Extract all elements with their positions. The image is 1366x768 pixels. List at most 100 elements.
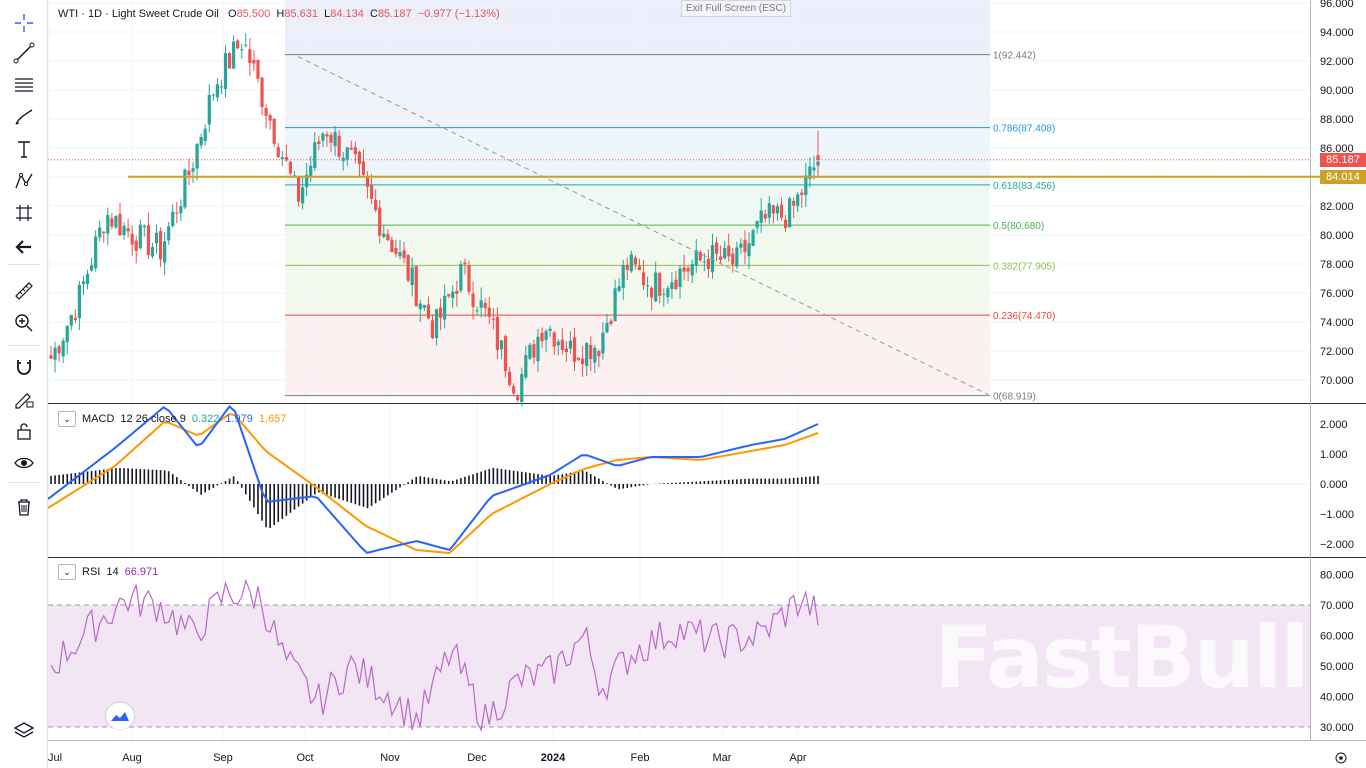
- candle-body: [288, 161, 293, 174]
- candle-body: [625, 264, 629, 270]
- candle-body: [313, 142, 317, 168]
- legend-low: 84.134: [330, 8, 364, 20]
- price-tick-label: 90.000: [1320, 85, 1354, 97]
- candle-body: [686, 267, 690, 272]
- candle-body: [337, 135, 341, 157]
- pencil-lock-icon[interactable]: [10, 386, 38, 412]
- candle-body: [53, 347, 57, 360]
- candle-body: [787, 198, 792, 228]
- candle-body: [451, 291, 455, 298]
- candle-body: [479, 300, 483, 308]
- fib-level-label: 0.5(80.680): [993, 221, 1044, 232]
- forecast-icon[interactable]: [10, 200, 38, 226]
- candle-body: [593, 347, 597, 363]
- candle-body: [540, 332, 544, 342]
- candle-body: [727, 245, 731, 257]
- fib-band: [285, 265, 990, 316]
- candle-body: [382, 233, 386, 238]
- candle-body: [130, 233, 134, 245]
- candle-body: [576, 357, 581, 360]
- candle-body: [219, 86, 224, 88]
- lock-icon[interactable]: [10, 418, 38, 444]
- candle-body: [207, 94, 211, 125]
- back-arrow-icon[interactable]: [10, 234, 38, 260]
- candle-body: [714, 242, 719, 254]
- candle-body: [735, 247, 739, 267]
- settings-gear-icon[interactable]: [1335, 752, 1347, 764]
- time-tick-label: Feb: [631, 752, 650, 764]
- candle-body: [361, 161, 366, 175]
- candle-body: [430, 320, 435, 339]
- candle-body: [215, 84, 219, 98]
- macd-label: MACD: [82, 413, 115, 425]
- fib-lines-icon[interactable]: [10, 72, 38, 98]
- candle-body: [329, 134, 333, 143]
- rsi-value: 66.971: [124, 566, 159, 578]
- candle-body: [167, 226, 171, 241]
- candle-body: [552, 332, 556, 347]
- candle-body: [812, 167, 816, 171]
- candle-body: [747, 243, 751, 257]
- exit-fullscreen-button[interactable]: Exit Full Screen (ESC): [681, 0, 792, 17]
- candle-body: [57, 346, 61, 354]
- macd-collapse-button[interactable]: ⌄: [58, 411, 76, 427]
- candle-body: [183, 169, 187, 208]
- candle-body: [556, 341, 560, 346]
- candle-body: [223, 53, 228, 89]
- fib-band: [285, 54, 990, 128]
- rsi-tick-label: 50.000: [1320, 661, 1354, 673]
- eye-icon[interactable]: [10, 450, 38, 476]
- symbol-legend: WTI · 1D · Light Sweet Crude Oil O85.500…: [58, 8, 500, 20]
- candle-body: [150, 246, 155, 257]
- zoom-in-icon[interactable]: [10, 310, 38, 336]
- candle-body: [816, 155, 820, 160]
- legend-symbol: WTI: [58, 8, 79, 20]
- fib-level-label: 0.786(87.408): [993, 124, 1055, 135]
- price-tick-label: 80.000: [1320, 230, 1354, 242]
- legend-open: 85.500: [236, 8, 271, 20]
- watermark-logo: FastBull: [934, 608, 1310, 708]
- time-tick-label: Nov: [380, 752, 400, 764]
- legend-close: 85.187: [377, 8, 412, 20]
- candle-body: [256, 59, 260, 79]
- candle-body: [443, 295, 447, 320]
- text-icon[interactable]: [10, 136, 38, 162]
- candle-body: [560, 339, 564, 350]
- candle-body: [138, 224, 142, 249]
- candle-body: [187, 170, 191, 176]
- rsi-tick-label: 30.000: [1320, 722, 1354, 734]
- brush-icon[interactable]: [10, 104, 38, 130]
- candle-body: [800, 192, 804, 195]
- candle-body: [333, 131, 337, 147]
- candle-body: [134, 240, 138, 251]
- rsi-params: 14: [106, 566, 119, 578]
- crosshair-icon[interactable]: [10, 10, 38, 36]
- candle-body: [227, 53, 232, 69]
- toolbar-separator: [8, 345, 40, 346]
- rsi-tick-label: 40.000: [1320, 692, 1354, 704]
- price-tick-label: 82.000: [1320, 201, 1354, 213]
- chart-area[interactable]: 1(92.442) 0.786(87.408) 0.618(83.456) 0.5(8…: [48, 0, 1366, 768]
- candle-body: [589, 344, 593, 360]
- layers-icon[interactable]: [10, 718, 38, 744]
- candle-body: [739, 243, 743, 248]
- macd-tick-label: 2.000: [1320, 419, 1348, 431]
- fib-level-label: 0.236(74.470): [993, 311, 1055, 322]
- candle-body: [471, 293, 475, 308]
- drawing-toolbar: [0, 0, 48, 768]
- price-tick-label: 78.000: [1320, 259, 1354, 271]
- candle-body: [597, 351, 601, 357]
- pattern-icon[interactable]: [10, 168, 38, 194]
- candle-body: [658, 273, 662, 296]
- tradingview-logo-icon[interactable]: [106, 703, 134, 729]
- trash-icon[interactable]: [10, 494, 38, 520]
- candle-body: [378, 207, 382, 236]
- candle-body: [394, 247, 398, 254]
- trend-line-icon[interactable]: [10, 40, 38, 66]
- ruler-icon[interactable]: [10, 278, 38, 304]
- candle-body: [142, 225, 146, 228]
- candle-body: [426, 304, 431, 319]
- magnet-icon[interactable]: [10, 354, 38, 380]
- candle-body: [759, 210, 763, 223]
- rsi-collapse-button[interactable]: ⌄: [58, 564, 76, 580]
